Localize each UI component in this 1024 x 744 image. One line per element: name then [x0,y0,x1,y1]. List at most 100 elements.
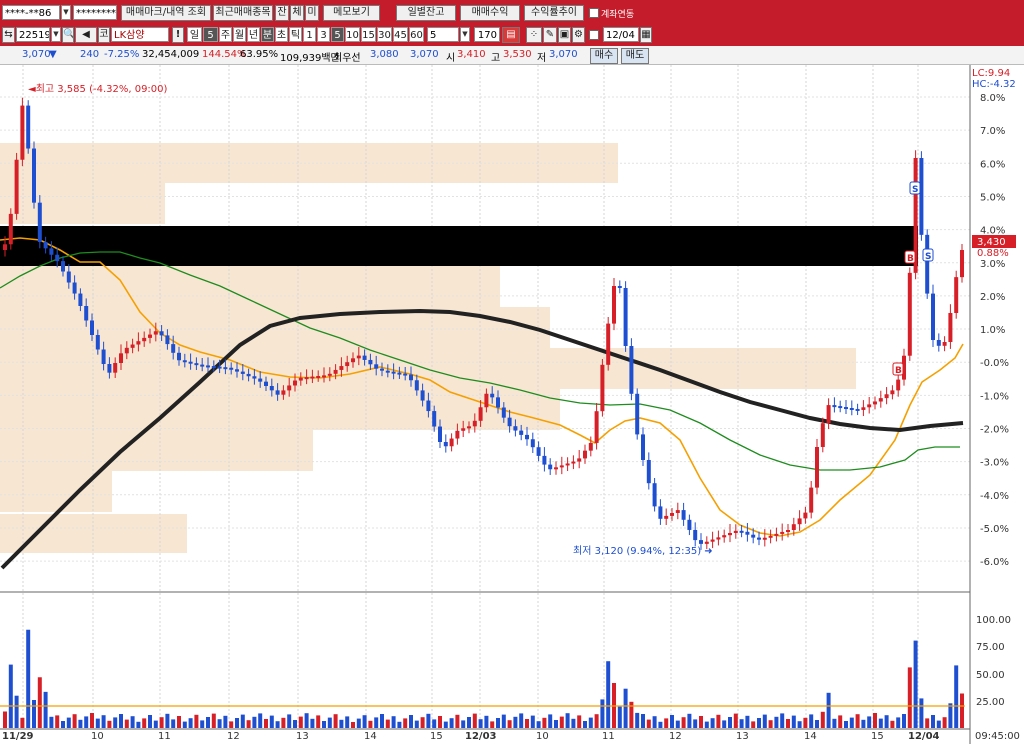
stock-name-field[interactable]: LK삼양 [111,27,169,42]
apply-icon[interactable]: ▤ [502,27,520,43]
link-icon[interactable]: ⇆ [2,27,15,43]
password-field[interactable]: ******** [73,5,117,20]
period-tick[interactable]: 틱 [289,27,302,42]
volume-bar [757,718,761,728]
date-field[interactable]: 12/04 [603,27,639,42]
minute-1[interactable]: 1 [303,27,316,42]
candle-body [652,483,657,507]
minute-3[interactable]: 3 [317,27,330,42]
x-tick-label: 14 [364,731,377,742]
minute-45[interactable]: 45 [393,27,408,42]
candle-body [681,510,686,520]
candle-body [472,420,477,427]
candle-body [646,460,651,484]
period-week[interactable]: 주 [219,27,232,42]
price-chart[interactable]: 8.0% 7.0% 6.0% 5.0% 4.0% 3.0% 2.0% 1.0% -0.0% -1.… [0,65,1024,744]
candle-body [884,394,889,399]
search-icon[interactable]: 🔍 [62,27,74,43]
candle-body [438,426,442,442]
candle-body [206,365,210,368]
volume-bar [113,717,118,728]
volume-bar [206,717,210,728]
speaker-icon[interactable]: ◀ [75,27,97,43]
account-select[interactable]: ****-**86 [2,5,60,20]
period-month[interactable]: 월 [233,27,246,42]
candle-body [304,377,309,380]
memo-button[interactable]: 메모보기 [323,5,380,21]
account-dropdown-icon[interactable]: ▼ [61,5,71,20]
volume-bar [884,715,889,728]
period-day[interactable]: 일 [187,27,202,42]
sell-button[interactable]: 매도 [621,48,649,64]
period-second[interactable]: 초 [275,27,288,42]
minute-10[interactable]: 10 [345,27,360,42]
volume-bar [733,713,738,728]
bar-count-input[interactable]: 170 [474,27,500,42]
trade-profit-button[interactable]: 매매수익 [460,5,520,21]
candle-body [49,248,54,255]
pending-button[interactable]: 미 [305,5,319,21]
period-year[interactable]: 년 [247,27,260,42]
stock-code-input[interactable]: 225190 [16,27,50,42]
volume-bar [287,714,292,728]
volume-bar [14,695,19,728]
volume-bar [902,714,906,728]
candle-body [240,371,245,374]
candle-body [182,360,187,363]
candle-body [95,335,100,350]
date-checkbox[interactable] [589,30,599,40]
candle-body [90,320,94,335]
minute-15[interactable]: 15 [361,27,376,42]
trade-marker-label: S [925,252,931,262]
candle-body [542,455,547,465]
buy-button[interactable]: 매수 [590,48,618,64]
volume-bar [194,714,199,728]
x-tick-label: 13 [736,731,749,742]
open-label: 시 [446,53,456,64]
price-tag: 3,430 [977,237,1006,248]
current-price: 3,070 [22,49,51,60]
minute-60[interactable]: 60 [409,27,424,42]
period-day-count[interactable]: 5 [203,27,218,42]
volume-bar [72,714,77,728]
volume-bar [84,716,89,728]
trade-marker-label: B [895,366,902,376]
volume-bar [583,721,587,728]
candle-body [820,423,825,447]
minute-5[interactable]: 5 [331,27,344,42]
volume-bar [844,721,848,728]
candle-body [432,411,437,427]
candle-body [461,428,466,431]
indicator-icon[interactable]: ⁘ [526,27,542,43]
candle-body [310,376,315,379]
volume-bar [786,719,790,728]
alert-icon[interactable]: ! [172,27,184,43]
recent-trades-button[interactable]: 최근매매종목 [213,5,273,21]
draw-icon[interactable]: ✎ [543,27,557,43]
candle-body [322,375,326,378]
y-tick-label: -2.0% [980,425,1009,436]
settings-icon[interactable]: ⚙ [572,27,585,43]
balance-button[interactable]: 잔 [275,5,289,21]
volume-bar [327,717,332,728]
account-link-checkbox[interactable] [589,8,599,18]
candle-body [148,334,152,338]
volume-tick-label: 75.00 [976,642,1005,653]
save-icon[interactable]: ▣ [558,27,571,43]
volume-bar [165,713,170,728]
calendar-icon[interactable]: ▦ [640,27,652,43]
trade-mark-history-button[interactable]: 매매마크/내역 조회 [121,5,211,21]
daily-balance-button[interactable]: 일별잔고 [396,5,456,21]
volume-bar [594,714,599,728]
minute-30[interactable]: 30 [377,27,392,42]
return-trend-button[interactable]: 수익률추이 [524,5,584,21]
volume-bar [803,717,808,728]
unit-dropdown-icon[interactable]: ▼ [460,27,470,42]
candle-body [617,286,622,288]
candle-body [66,271,71,283]
volume-bar [716,714,721,728]
executed-button[interactable]: 체 [290,5,304,21]
period-minute[interactable]: 분 [261,27,274,42]
unit-input[interactable]: 5 [427,27,459,42]
code-dropdown-icon[interactable]: ▼ [51,27,61,42]
